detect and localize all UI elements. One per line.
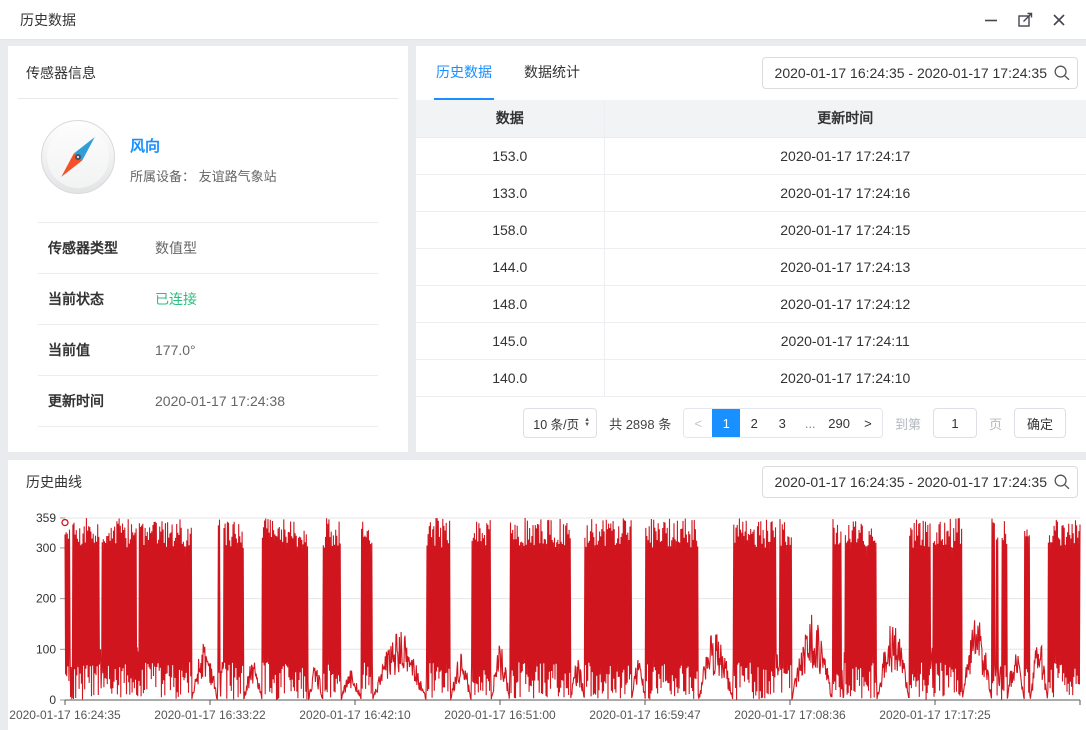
cell-value: 158.0 — [416, 211, 604, 248]
cell-value: 140.0 — [416, 359, 604, 396]
confirm-button[interactable]: 确定 — [1014, 408, 1066, 438]
curve-daterange-picker[interactable]: 2020-01-17 16:24:35 - 2020-01-17 17:24:3… — [762, 466, 1078, 498]
history-data-panel: 历史数据 数据统计 2020-01-17 16:24:35 - 2020-01-… — [416, 46, 1086, 452]
field-label: 当前状态 — [48, 289, 155, 309]
field-value: 数值型 — [155, 238, 197, 258]
close-icon[interactable] — [1050, 11, 1068, 29]
cell-time: 2020-01-17 17:24:13 — [604, 248, 1086, 285]
svg-text:2020-01-17 16:33:22: 2020-01-17 16:33:22 — [154, 708, 266, 722]
sensor-meta: 风向 所属设备： 友谊路气象站 — [130, 135, 277, 185]
select-arrows-icon: ▲▼ — [584, 418, 590, 428]
jump-page-input[interactable] — [933, 408, 977, 438]
svg-text:200: 200 — [36, 592, 56, 606]
tabs: 历史数据 数据统计 — [434, 46, 582, 100]
page-size-select[interactable]: 10 条/页 ▲▼ — [523, 408, 597, 438]
minimize-icon[interactable] — [982, 11, 1000, 29]
column-header-update-time: 更新时间 — [604, 100, 1086, 137]
table-row: 144.0 2020-01-17 17:24:13 — [416, 248, 1086, 285]
daterange-value: 2020-01-17 16:24:35 - 2020-01-17 17:24:3… — [775, 474, 1047, 490]
field-label: 当前值 — [48, 340, 155, 360]
page-button-290[interactable]: 290 — [824, 409, 854, 437]
compass-icon — [40, 119, 116, 200]
total-count: 共 2898 条 — [609, 414, 671, 433]
cell-value: 145.0 — [416, 322, 604, 359]
svg-text:2020-01-17 17:08:36: 2020-01-17 17:08:36 — [734, 708, 846, 722]
window-title: 历史数据 — [20, 10, 76, 30]
svg-text:2020-01-17 16:51:00: 2020-01-17 16:51:00 — [444, 708, 556, 722]
sensor-field-current-value: 当前值 177.0° — [38, 325, 378, 376]
svg-text:0: 0 — [49, 693, 56, 707]
history-tabs-row: 历史数据 数据统计 2020-01-17 16:24:35 - 2020-01-… — [416, 46, 1086, 100]
field-value: 2020-01-17 17:24:38 — [155, 393, 285, 409]
page-button-1[interactable]: 1 — [712, 409, 740, 437]
sensor-field-type: 传感器类型 数值型 — [38, 223, 378, 274]
page-size-value: 10 条/页 — [533, 414, 579, 433]
cell-time: 2020-01-17 17:24:15 — [604, 211, 1086, 248]
sensor-device: 所属设备： 友谊路气象站 — [130, 166, 277, 185]
pager: < 1 2 3 ... 290 > — [683, 408, 883, 438]
page-button-3[interactable]: 3 — [768, 409, 796, 437]
pagination-bar: 10 条/页 ▲▼ 共 2898 条 < 1 2 3 ... 290 > 到第 … — [416, 397, 1086, 450]
svg-text:100: 100 — [36, 642, 56, 656]
sensor-field-status: 当前状态 已连接 — [38, 274, 378, 325]
jump-prefix-label: 到第 — [895, 414, 921, 433]
sensor-name: 风向 — [130, 135, 277, 156]
svg-text:2020-01-17 16:59:47: 2020-01-17 16:59:47 — [589, 708, 701, 722]
cell-time: 2020-01-17 17:24:11 — [604, 322, 1086, 359]
field-label: 更新时间 — [48, 391, 155, 411]
cell-value: 133.0 — [416, 174, 604, 211]
field-value: 177.0° — [155, 342, 196, 358]
prev-page-button[interactable]: < — [684, 409, 712, 437]
svg-text:2020-01-17 17:17:25: 2020-01-17 17:17:25 — [879, 708, 991, 722]
history-curve-panel: 历史曲线 2020-01-17 16:24:35 - 2020-01-17 17… — [8, 460, 1086, 730]
field-label: 传感器类型 — [48, 238, 155, 258]
svg-text:359: 359 — [36, 511, 56, 525]
search-icon[interactable] — [1053, 64, 1071, 82]
svg-text:2020-01-17 16:24:35: 2020-01-17 16:24:35 — [9, 708, 121, 722]
cell-time: 2020-01-17 17:24:12 — [604, 285, 1086, 322]
search-icon[interactable] — [1053, 473, 1071, 491]
cell-time: 2020-01-17 17:24:17 — [604, 137, 1086, 174]
tab-history-data[interactable]: 历史数据 — [434, 46, 494, 100]
daterange-value: 2020-01-17 16:24:35 - 2020-01-17 17:24:3… — [775, 65, 1047, 81]
tab-data-statistics[interactable]: 数据统计 — [522, 46, 582, 100]
table-row: 145.0 2020-01-17 17:24:11 — [416, 322, 1086, 359]
window-controls — [982, 11, 1068, 29]
table-row: 140.0 2020-01-17 17:24:10 — [416, 359, 1086, 396]
column-header-data: 数据 — [416, 100, 604, 137]
table-row: 153.0 2020-01-17 17:24:17 — [416, 137, 1086, 174]
table-row: 148.0 2020-01-17 17:24:12 — [416, 285, 1086, 322]
sensor-panel-title: 传感器信息 — [26, 63, 96, 83]
svg-text:300: 300 — [36, 541, 56, 555]
next-page-button[interactable]: > — [854, 409, 882, 437]
curve-panel-header: 历史曲线 2020-01-17 16:24:35 - 2020-01-17 17… — [8, 460, 1086, 504]
table-header-row: 数据 更新时间 — [416, 100, 1086, 137]
page-button-2[interactable]: 2 — [740, 409, 768, 437]
cell-time: 2020-01-17 17:24:16 — [604, 174, 1086, 211]
window-titlebar: 历史数据 — [0, 0, 1086, 40]
page-ellipsis[interactable]: ... — [796, 409, 824, 437]
sensor-field-list: 传感器类型 数值型 当前状态 已连接 当前值 177.0° 更新时间 2020-… — [38, 222, 378, 427]
cell-value: 153.0 — [416, 137, 604, 174]
wind-direction-line-chart: 0 100 200 300 359 2020-01-17 16:24:35 2020-01-… — [8, 504, 1086, 730]
jump-suffix-label: 页 — [989, 414, 1002, 433]
status-badge: 已连接 — [155, 289, 197, 309]
sensor-info-panel: 传感器信息 风向 所属设备： 友谊路气象站 — [8, 46, 408, 452]
sensor-summary: 风向 所属设备： 友谊路气象站 — [8, 99, 408, 222]
table-daterange-picker[interactable]: 2020-01-17 16:24:35 - 2020-01-17 17:24:3… — [762, 57, 1078, 89]
sensor-field-update-time: 更新时间 2020-01-17 17:24:38 — [38, 376, 378, 427]
table-row: 133.0 2020-01-17 17:24:16 — [416, 174, 1086, 211]
table-row: 158.0 2020-01-17 17:24:15 — [416, 211, 1086, 248]
cell-value: 148.0 — [416, 285, 604, 322]
sensor-panel-header: 传感器信息 — [8, 46, 408, 99]
svg-text:2020-01-17 16:42:10: 2020-01-17 16:42:10 — [299, 708, 411, 722]
cell-value: 144.0 — [416, 248, 604, 285]
curve-panel-title: 历史曲线 — [26, 472, 82, 492]
cell-time: 2020-01-17 17:24:10 — [604, 359, 1086, 396]
history-table: 数据 更新时间 153.0 2020-01-17 17:24:17 133.0 … — [416, 100, 1086, 397]
resize-icon[interactable] — [1016, 11, 1034, 29]
